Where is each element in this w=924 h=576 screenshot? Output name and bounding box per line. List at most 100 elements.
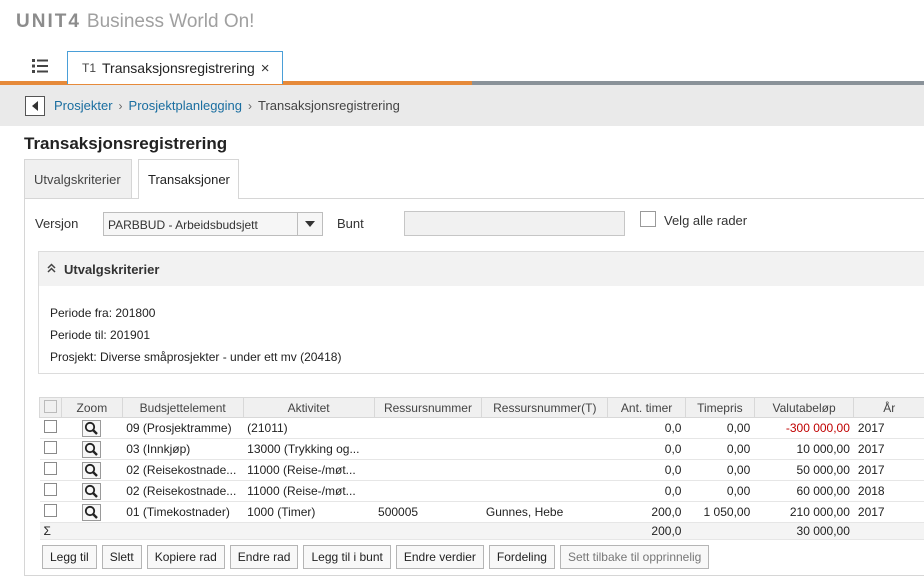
ant-timer-cell[interactable]: 0,0 bbox=[607, 459, 686, 481]
row-checkbox[interactable] bbox=[43, 441, 57, 454]
tab-utvalgskriterier[interactable]: Utvalgskriterier bbox=[24, 159, 132, 199]
versjon-select[interactable]: PARBBUD - Arbeidsbudsjett bbox=[103, 212, 323, 236]
zoom-cell[interactable] bbox=[61, 459, 123, 481]
budsjettelement-cell[interactable]: 01 (Timekostnader) bbox=[122, 501, 244, 523]
ressursnummer-cell[interactable] bbox=[374, 480, 482, 502]
ressursnummer-t-cell[interactable] bbox=[481, 417, 608, 439]
close-icon[interactable]: × bbox=[261, 60, 270, 77]
zoom-icon[interactable] bbox=[82, 503, 102, 521]
ressursnummer-t-cell[interactable] bbox=[481, 438, 608, 460]
row-checkbox[interactable] bbox=[43, 462, 57, 475]
row-select-cell[interactable] bbox=[39, 417, 62, 439]
zoom-cell[interactable] bbox=[61, 480, 123, 502]
breadcrumb-link-prosjekter[interactable]: Prosjekter bbox=[54, 98, 113, 113]
ar-cell[interactable]: 2017 bbox=[853, 438, 924, 460]
valutabelop-cell[interactable]: 50 000,00 bbox=[754, 459, 854, 481]
timepris-cell[interactable]: 0,00 bbox=[685, 417, 755, 439]
endre-rad-button[interactable]: Endre rad bbox=[229, 545, 299, 569]
bunt-input[interactable] bbox=[404, 211, 625, 236]
table-row[interactable]: 03 (Innkjøp) 13000 (Trykking og... 0,0 0,00… bbox=[39, 438, 924, 460]
ressursnummer-cell[interactable] bbox=[374, 438, 482, 460]
row-checkbox[interactable] bbox=[43, 483, 57, 496]
zoom-icon[interactable] bbox=[82, 440, 102, 458]
legg-til-button[interactable]: Legg til bbox=[42, 545, 97, 569]
row-select-cell[interactable] bbox=[39, 438, 62, 460]
budsjettelement-cell[interactable]: 03 (Innkjøp) bbox=[122, 438, 244, 460]
chevron-up-icon[interactable] bbox=[47, 262, 56, 276]
select-all-checkbox[interactable] bbox=[44, 399, 57, 413]
column-header-ressursnummer-t[interactable]: Ressursnummer(T) bbox=[481, 397, 609, 418]
ant-timer-cell[interactable]: 0,0 bbox=[607, 480, 686, 502]
row-select-cell[interactable] bbox=[39, 459, 62, 481]
budsjettelement-cell[interactable]: 02 (Reisekostnade... bbox=[122, 459, 244, 481]
ressursnummer-t-cell[interactable]: Gunnes, Hebe bbox=[481, 501, 608, 523]
ressursnummer-t-cell[interactable] bbox=[481, 480, 608, 502]
timepris-cell[interactable]: 0,00 bbox=[685, 438, 755, 460]
aktivitet-cell[interactable]: (21011) bbox=[243, 417, 375, 439]
column-header-valutabelop[interactable]: Valutabeløp bbox=[753, 397, 855, 418]
zoom-cell[interactable] bbox=[61, 438, 123, 460]
tab-transaksjonsregistrering[interactable]: T1 Transaksjonsregistrering × bbox=[67, 51, 283, 84]
breadcrumb-link-prosjektplanlegging[interactable]: Prosjektplanlegging bbox=[129, 98, 242, 113]
row-checkbox[interactable] bbox=[43, 420, 57, 433]
sett-tilbake-button[interactable]: Sett tilbake til opprinnelig bbox=[559, 545, 710, 569]
chevron-down-icon[interactable] bbox=[297, 213, 322, 235]
timepris-cell[interactable]: 1 050,00 bbox=[685, 501, 755, 523]
breadcrumb: Prosjekter › Prosjektplanlegging › Trans… bbox=[0, 85, 924, 126]
ressursnummer-cell[interactable] bbox=[374, 459, 482, 481]
valutabelop-cell[interactable]: -300 000,00 bbox=[754, 417, 854, 439]
fordeling-button[interactable]: Fordeling bbox=[488, 545, 555, 569]
row-checkbox[interactable] bbox=[43, 504, 57, 517]
endre-verdier-button[interactable]: Endre verdier bbox=[395, 545, 484, 569]
zoom-cell[interactable] bbox=[61, 417, 123, 439]
main-menu-button[interactable] bbox=[14, 50, 66, 82]
ant-timer-cell[interactable]: 0,0 bbox=[607, 438, 686, 460]
column-header-budsjettelement[interactable]: Budsjettelement bbox=[121, 397, 244, 418]
aktivitet-cell[interactable]: 1000 (Timer) bbox=[243, 501, 375, 523]
ressursnummer-cell[interactable] bbox=[374, 417, 482, 439]
kopiere-rad-button[interactable]: Kopiere rad bbox=[146, 545, 225, 569]
column-header-timepris[interactable]: Timepris bbox=[684, 397, 755, 418]
zoom-icon[interactable] bbox=[82, 482, 102, 500]
ar-cell[interactable]: 2017 bbox=[853, 501, 924, 523]
column-header-ar[interactable]: År bbox=[853, 397, 924, 418]
aktivitet-cell[interactable]: 11000 (Reise-/møt... bbox=[243, 480, 375, 502]
budsjettelement-cell[interactable]: 09 (Prosjektramme) bbox=[122, 417, 244, 439]
table-row[interactable]: 02 (Reisekostnade... 11000 (Reise-/møt...… bbox=[39, 480, 924, 502]
ressursnummer-t-cell[interactable] bbox=[481, 459, 608, 481]
back-button[interactable] bbox=[25, 95, 45, 116]
utvalgskriterier-header[interactable]: Utvalgskriterier bbox=[39, 252, 924, 286]
row-select-cell[interactable] bbox=[39, 480, 62, 502]
tab-transaksjoner[interactable]: Transaksjoner bbox=[138, 159, 239, 199]
aktivitet-cell[interactable]: 11000 (Reise-/møt... bbox=[243, 459, 375, 481]
timepris-cell[interactable]: 0,00 bbox=[685, 480, 755, 502]
zoom-icon[interactable] bbox=[82, 461, 102, 479]
aktivitet-cell[interactable]: 13000 (Trykking og... bbox=[243, 438, 375, 460]
legg-til-i-bunt-button[interactable]: Legg til i bunt bbox=[303, 545, 391, 569]
slett-button[interactable]: Slett bbox=[101, 545, 142, 569]
table-row[interactable]: 09 (Prosjektramme) (21011) 0,0 0,00 -300 000… bbox=[39, 417, 924, 439]
column-header-zoom[interactable]: Zoom bbox=[61, 397, 123, 418]
ar-cell[interactable]: 2017 bbox=[853, 459, 924, 481]
column-header-aktivitet[interactable]: Aktivitet bbox=[242, 397, 375, 418]
valutabelop-cell[interactable]: 60 000,00 bbox=[754, 480, 854, 502]
zoom-cell[interactable] bbox=[61, 501, 123, 523]
budsjettelement-cell[interactable]: 02 (Reisekostnade... bbox=[122, 480, 244, 502]
velg-alle-rader-checkbox[interactable] bbox=[640, 211, 656, 227]
ant-timer-cell[interactable]: 200,0 bbox=[607, 501, 686, 523]
select-all-header[interactable] bbox=[39, 397, 62, 418]
periode-fra-text: Periode fra: 201800 bbox=[50, 306, 156, 320]
ant-timer-cell[interactable]: 0,0 bbox=[607, 417, 686, 439]
valutabelop-cell[interactable]: 210 000,00 bbox=[754, 501, 854, 523]
column-header-ressursnummer[interactable]: Ressursnummer bbox=[373, 397, 483, 418]
ressursnummer-cell[interactable]: 500005 bbox=[374, 501, 482, 523]
table-row[interactable]: 02 (Reisekostnade... 11000 (Reise-/møt...… bbox=[39, 459, 924, 481]
table-row[interactable]: 01 (Timekostnader) 1000 (Timer) 500005 Gunn… bbox=[39, 501, 924, 523]
valutabelop-cell[interactable]: 10 000,00 bbox=[754, 438, 854, 460]
ar-cell[interactable]: 2017 bbox=[853, 417, 924, 439]
column-header-ant-timer[interactable]: Ant. timer bbox=[607, 397, 686, 418]
row-select-cell[interactable] bbox=[39, 501, 62, 523]
ar-cell[interactable]: 2018 bbox=[853, 480, 924, 502]
zoom-icon[interactable] bbox=[82, 419, 102, 437]
timepris-cell[interactable]: 0,00 bbox=[685, 459, 755, 481]
